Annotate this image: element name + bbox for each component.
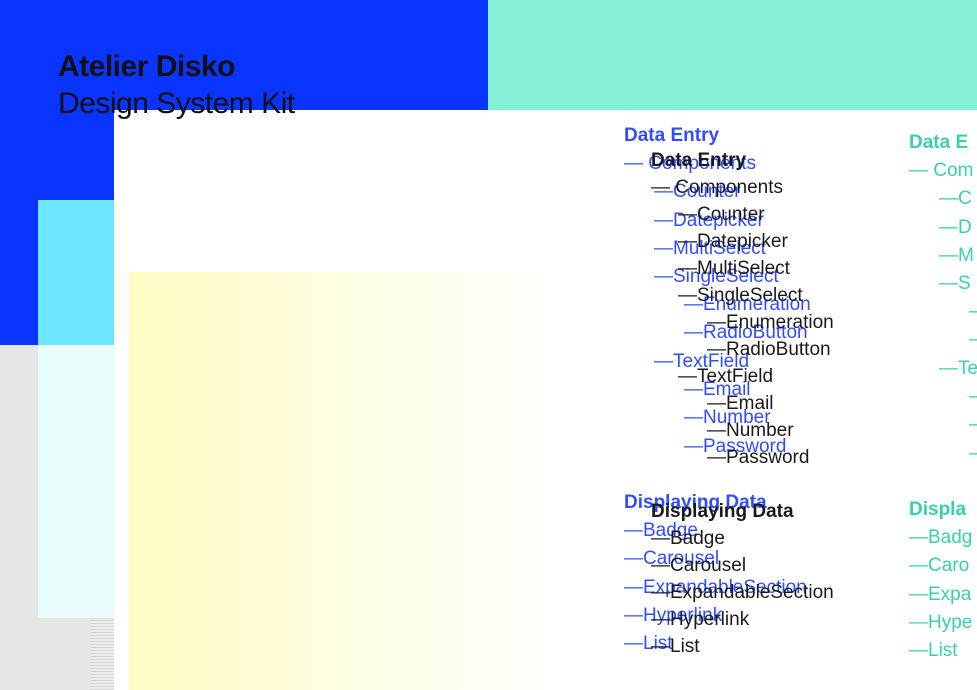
nav-heading-displaying-data-partial[interactable]: Displa [909,500,966,520]
mint-panel [488,0,977,110]
nav-item-partial[interactable]: – [969,444,977,464]
cyan-panel [38,200,114,345]
nav-item-components-partial[interactable]: — Com [909,161,973,181]
nav-item-hyperlink: —Hyperlink [651,609,750,630]
nav-item-password: —Password [707,447,810,468]
nav-heading-data-entry-partial[interactable]: Data E [909,133,968,153]
nav-menu-teal: Data E — Com —C —D —M —S – – —Te – – – D… [909,133,977,673]
nav-heading-displaying-data: Displaying Data [651,501,794,522]
nav-item-list-partial[interactable]: —List [909,641,958,661]
nav-item-enumeration: —Enumeration [707,312,834,333]
grain-texture [90,620,114,690]
nav-heading-data-entry[interactable]: Data Entry [624,126,719,146]
nav-item-partial[interactable]: —M [939,246,974,266]
nav-item-multiselect: —MultiSelect [678,258,790,279]
nav-item-counter: —Counter [678,204,765,225]
nav-item-email: —Email [707,393,774,414]
nav-item-partial[interactable]: —D [939,218,972,238]
nav-item-datepicker: —Datepicker [678,231,788,252]
pale-blue-panel [38,345,114,618]
nav-item-badge-partial[interactable]: —Badg [909,528,972,548]
nav-item-badge: —Badge [651,528,725,549]
nav-item-partial[interactable]: – [969,415,977,435]
nav-item-expandable-partial[interactable]: —Expa [909,585,971,605]
yellow-gradient-panel [129,272,578,690]
nav-item-hyperlink-partial[interactable]: —Hype [909,613,972,633]
nav-item-list: —List [651,636,700,657]
nav-item-textfield: —TextField [678,366,774,387]
nav-item-number: —Number [707,420,794,441]
nav-item-components: — Components [651,177,784,198]
nav-item-radiobutton: —RadioButton [707,339,831,360]
nav-item-carousel-partial[interactable]: —Caro [909,556,969,576]
brand-subtitle: Design System Kit [58,87,295,120]
brand-title: Atelier Disko [58,50,235,83]
nav-item-singleselect: —SingleSelect [678,285,803,306]
nav-item-partial[interactable]: – [969,330,977,350]
brand-block: Atelier Disko Design System Kit [58,50,295,124]
nav-item-partial[interactable]: – [969,302,977,322]
nav-item-partial[interactable]: —S [939,274,971,294]
nav-item-partial[interactable]: – [969,387,977,407]
nav-item-expandable: —ExpandableSection [651,582,834,603]
nav-item-carousel: —Carousel [651,555,747,576]
nav-item-partial[interactable]: —Te [939,359,977,379]
nav-heading-data-entry: Data Entry [651,150,747,171]
nav-item-partial[interactable]: —C [939,189,972,209]
